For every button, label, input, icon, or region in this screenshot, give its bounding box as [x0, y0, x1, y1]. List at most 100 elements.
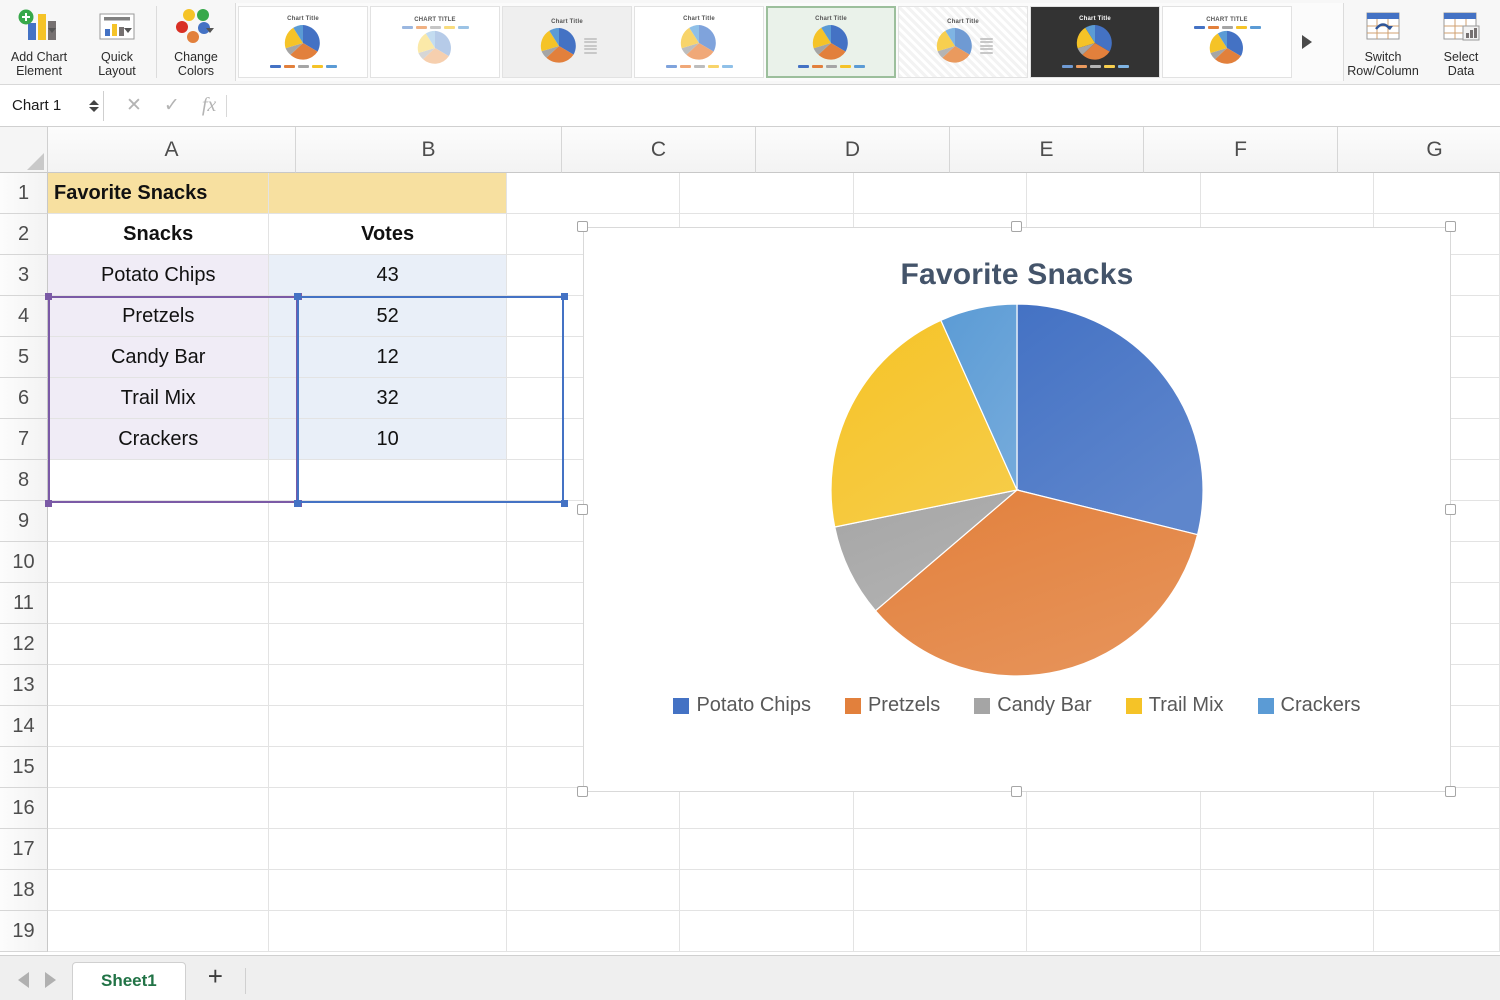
cell-F19[interactable]: [1027, 911, 1201, 952]
chart-resize-handle[interactable]: [577, 504, 588, 515]
cell-H16[interactable]: [1374, 788, 1500, 829]
column-header-G[interactable]: G: [1338, 127, 1500, 173]
column-header-A[interactable]: A: [48, 127, 296, 173]
cell-B6[interactable]: 32: [269, 378, 507, 419]
cell-B13[interactable]: [269, 665, 507, 706]
cell-B11[interactable]: [269, 583, 507, 624]
chart-style-thumbnail[interactable]: Chart Title: [634, 6, 764, 78]
cell-F1[interactable]: [1027, 173, 1201, 214]
column-header-E[interactable]: E: [950, 127, 1144, 173]
cell-A3[interactable]: Potato Chips: [48, 255, 270, 296]
cell-C1[interactable]: [506, 173, 681, 214]
chart-legend[interactable]: Potato Chips Pretzels Candy Bar Trail Mix Cr…: [584, 694, 1450, 717]
chart-resize-handle[interactable]: [1445, 221, 1456, 232]
cell-G19[interactable]: [1200, 911, 1375, 952]
chart-style-thumbnail-selected[interactable]: Chart Title: [766, 6, 896, 78]
row-header-4[interactable]: 4: [0, 296, 48, 337]
selection-handle[interactable]: [294, 293, 301, 300]
selection-handle[interactable]: [45, 293, 52, 300]
row-header-6[interactable]: 6: [0, 378, 48, 419]
legend-item[interactable]: Pretzels: [844, 694, 940, 717]
row-header-5[interactable]: 5: [0, 337, 48, 378]
insert-function-icon[interactable]: fx: [202, 94, 216, 117]
chevron-down-icon[interactable]: [206, 28, 214, 33]
cell-F16[interactable]: [1027, 788, 1201, 829]
row-header-17[interactable]: 17: [0, 829, 48, 870]
row-header-16[interactable]: 16: [0, 788, 48, 829]
cell-B9[interactable]: [269, 501, 507, 542]
cell-B14[interactable]: [269, 706, 507, 747]
cell-A2[interactable]: Snacks: [48, 214, 270, 255]
cell-D17[interactable]: [680, 829, 854, 870]
legend-item[interactable]: Trail Mix: [1125, 694, 1224, 717]
cell-C18[interactable]: [506, 870, 681, 911]
cell-A11[interactable]: [48, 583, 270, 624]
cell-B15[interactable]: [269, 747, 507, 788]
cell-A14[interactable]: [48, 706, 270, 747]
column-header-F[interactable]: F: [1144, 127, 1338, 173]
chart-resize-handle[interactable]: [1445, 786, 1456, 797]
cell-G16[interactable]: [1200, 788, 1375, 829]
row-header-13[interactable]: 13: [0, 665, 48, 706]
pie-chart[interactable]: [827, 300, 1207, 680]
cell-A6[interactable]: Trail Mix: [48, 378, 270, 419]
cell-G17[interactable]: [1200, 829, 1375, 870]
cell-A10[interactable]: [48, 542, 270, 583]
chart-styles-gallery[interactable]: Chart Title CHART TITLE Chart Title Char…: [235, 3, 1344, 81]
cell-A16[interactable]: [48, 788, 270, 829]
cell-B19[interactable]: [269, 911, 507, 952]
cell-E18[interactable]: [853, 870, 1028, 911]
row-header-15[interactable]: 15: [0, 747, 48, 788]
cell-D1[interactable]: [680, 173, 854, 214]
row-header-8[interactable]: 8: [0, 460, 48, 501]
cell-E16[interactable]: [853, 788, 1028, 829]
cell-C16[interactable]: [506, 788, 681, 829]
selection-handle[interactable]: [294, 500, 301, 507]
selection-handle[interactable]: [561, 293, 568, 300]
column-header-C[interactable]: C: [562, 127, 756, 173]
cell-H19[interactable]: [1374, 911, 1500, 952]
cell-A17[interactable]: [48, 829, 270, 870]
cell-A1[interactable]: Favorite Snacks: [48, 173, 270, 214]
chart-style-thumbnail[interactable]: CHART TITLE: [1162, 6, 1292, 78]
cell-A12[interactable]: [48, 624, 270, 665]
legend-item[interactable]: Candy Bar: [974, 694, 1092, 717]
cell-B8[interactable]: [269, 460, 507, 501]
column-header-B[interactable]: B: [296, 127, 562, 173]
previous-sheet-icon[interactable]: [18, 972, 29, 988]
chart-resize-handle[interactable]: [577, 221, 588, 232]
cell-B1[interactable]: [269, 173, 507, 214]
name-box[interactable]: Chart 1: [4, 90, 104, 121]
add-chart-element-button[interactable]: Add Chart Element: [0, 0, 78, 84]
gallery-scroll-right-icon[interactable]: [1294, 35, 1320, 49]
cell-B3[interactable]: 43: [269, 255, 507, 296]
cell-H17[interactable]: [1374, 829, 1500, 870]
cell-A5[interactable]: Candy Bar: [48, 337, 270, 378]
name-box-spinner[interactable]: [89, 99, 99, 112]
cell-A8[interactable]: [48, 460, 270, 501]
chart-object[interactable]: Favorite Snacks Potato Chips Pretzels Cand…: [583, 227, 1451, 792]
cell-A4[interactable]: Pretzels: [48, 296, 270, 337]
chart-style-thumbnail[interactable]: CHART TITLE: [370, 6, 500, 78]
cell-C17[interactable]: [506, 829, 681, 870]
chart-style-thumbnail[interactable]: Chart Title: [238, 6, 368, 78]
cell-D16[interactable]: [680, 788, 854, 829]
next-sheet-icon[interactable]: [45, 972, 56, 988]
chart-resize-handle[interactable]: [1011, 786, 1022, 797]
selection-handle[interactable]: [45, 500, 52, 507]
chevron-down-icon[interactable]: [124, 28, 132, 33]
cell-B2[interactable]: Votes: [269, 214, 507, 255]
chart-style-thumbnail[interactable]: Chart Title: [1030, 6, 1160, 78]
cell-B16[interactable]: [269, 788, 507, 829]
chevron-down-icon[interactable]: [48, 28, 56, 33]
cell-A15[interactable]: [48, 747, 270, 788]
cell-H18[interactable]: [1374, 870, 1500, 911]
add-sheet-button[interactable]: +: [186, 961, 245, 1000]
row-header-19[interactable]: 19: [0, 911, 48, 952]
cell-E1[interactable]: [853, 173, 1028, 214]
column-header-D[interactable]: D: [756, 127, 950, 173]
row-header-11[interactable]: 11: [0, 583, 48, 624]
cell-E17[interactable]: [853, 829, 1028, 870]
cell-D18[interactable]: [680, 870, 854, 911]
row-header-1[interactable]: 1: [0, 173, 48, 214]
